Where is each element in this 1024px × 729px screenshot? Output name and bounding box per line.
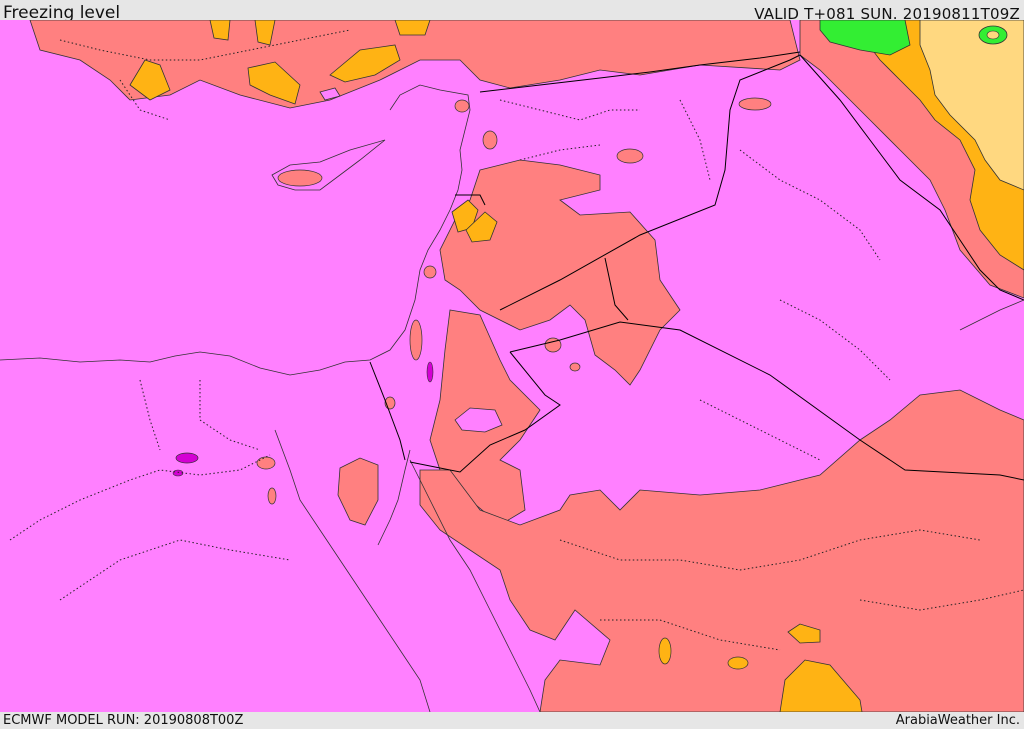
header-bar: Freezing level VALID T+081 SUN. 20190811… bbox=[0, 0, 1024, 23]
field-orange-s3 bbox=[658, 637, 672, 665]
credit: ArabiaWeather Inc. bbox=[895, 713, 1020, 728]
field-salmon-blob-5 bbox=[409, 319, 423, 361]
field-salmon-blob-2 bbox=[616, 148, 644, 164]
field-orange-4 bbox=[394, 20, 431, 36]
field-purple-deadsea bbox=[426, 361, 434, 383]
field-salmon-blob-10 bbox=[569, 362, 581, 372]
field-salmon-blob-11 bbox=[423, 265, 437, 279]
field-salmon-blob-9 bbox=[267, 487, 277, 505]
field-purple-egypt-2 bbox=[172, 469, 184, 477]
freezing-level-map bbox=[0, 20, 1024, 712]
field-salmon-blob-7 bbox=[454, 99, 470, 113]
field-orange-s4 bbox=[727, 656, 749, 670]
field-salmon-blob-6 bbox=[482, 130, 498, 150]
map-area[interactable] bbox=[0, 20, 1024, 712]
model-run: ECMWF MODEL RUN: 20190808T00Z bbox=[3, 713, 244, 728]
field-purple-egypt bbox=[175, 452, 199, 464]
field-yellow-dot bbox=[986, 30, 1000, 40]
field-salmon-blob-3 bbox=[256, 456, 276, 470]
field-salmon-blob-1 bbox=[738, 97, 772, 111]
footer-bar: ECMWF MODEL RUN: 20190808T00Z ArabiaWeat… bbox=[0, 712, 1024, 729]
field-salmon-cyprus bbox=[277, 169, 323, 187]
